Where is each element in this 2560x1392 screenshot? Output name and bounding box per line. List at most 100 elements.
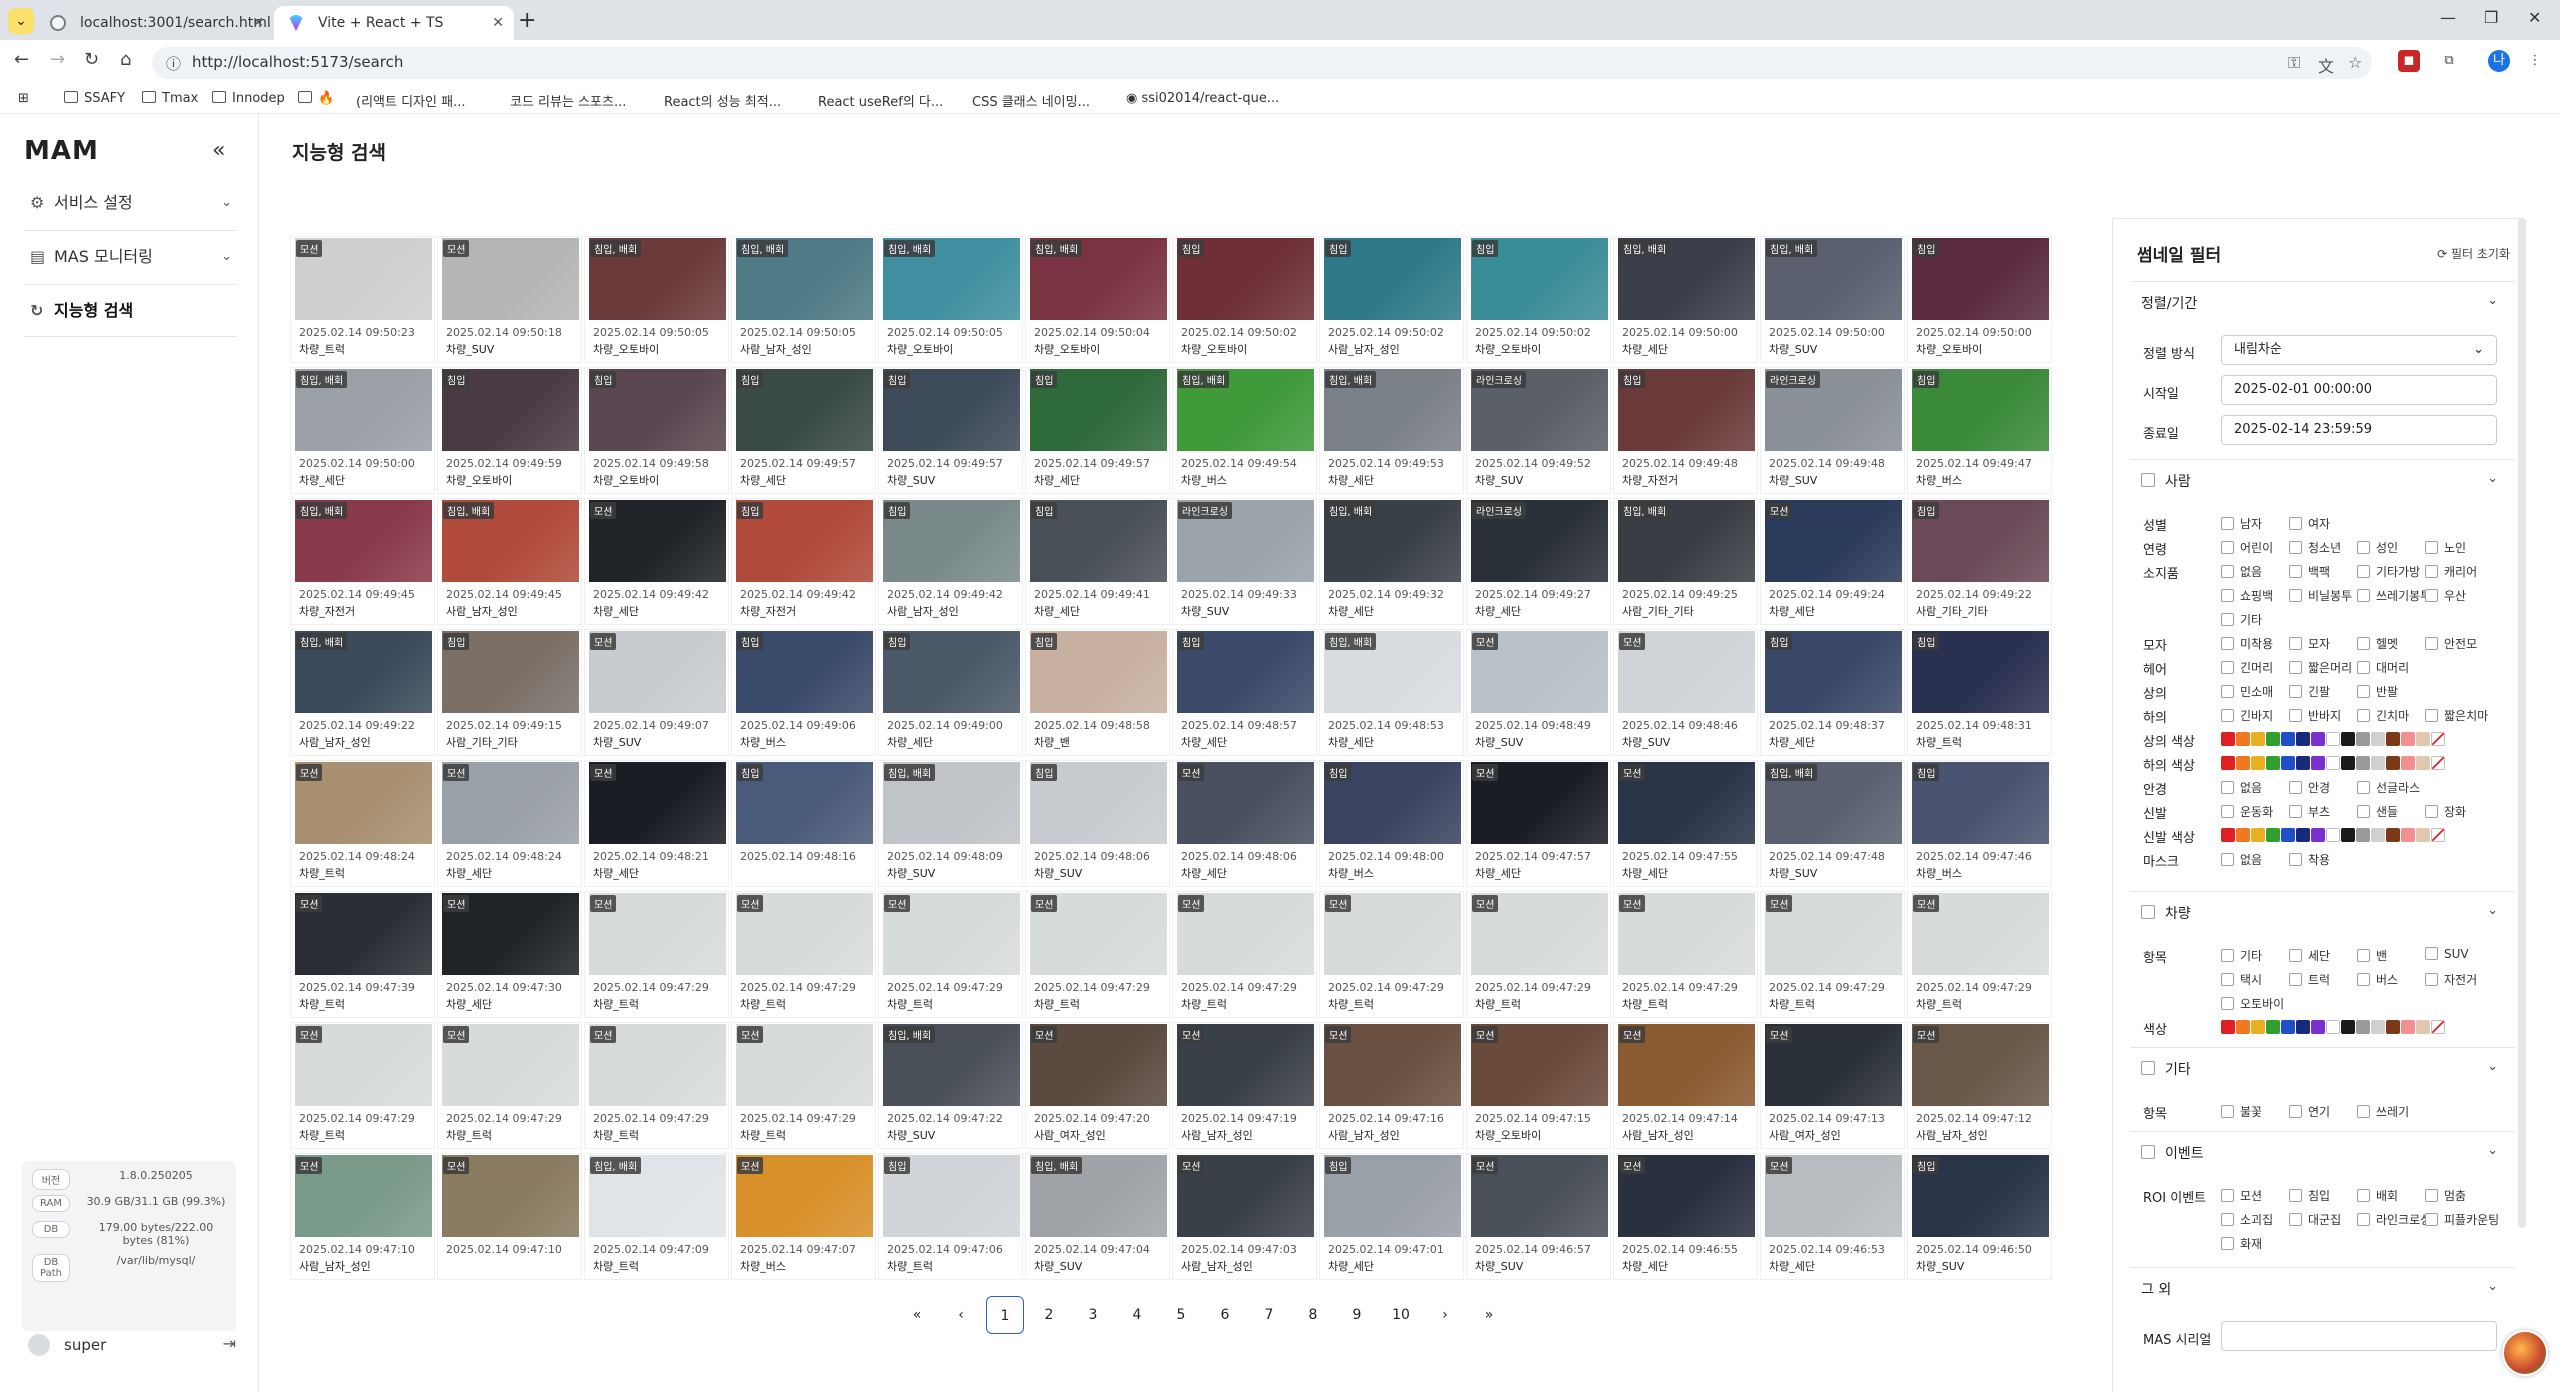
checkbox[interactable] (2425, 589, 2438, 602)
checkbox[interactable] (2221, 997, 2234, 1010)
color-swatch[interactable] (2281, 828, 2295, 842)
thumbnail-image[interactable]: 침입, 배회 (736, 238, 873, 320)
browser-tab-2[interactable]: Vite + React + TS ✕ (274, 6, 514, 40)
result-card[interactable]: 침입 2025.02.14 09:50:00 차량_오토바이 (1907, 236, 2052, 363)
result-card[interactable]: 모션 2025.02.14 09:47:57 차량_세단 (1466, 760, 1611, 887)
thumbnail-image[interactable]: 모션 (1030, 1024, 1167, 1106)
maximize-icon[interactable]: ❐ (2484, 8, 2498, 27)
section-checkbox[interactable] (2141, 1145, 2155, 1159)
result-card[interactable]: 모션 2025.02.14 09:47:07 차량_버스 (731, 1153, 876, 1280)
filter-option[interactable]: 긴팔 (2289, 683, 2330, 700)
checkbox[interactable] (2221, 949, 2234, 962)
result-card[interactable]: 침입, 배회 2025.02.14 09:48:09 차량_SUV (878, 760, 1023, 887)
color-swatch[interactable] (2431, 828, 2445, 842)
filter-option[interactable]: 오토바이 (2221, 995, 2284, 1012)
result-card[interactable]: 침입, 배회 2025.02.14 09:47:22 차량_SUV (878, 1022, 1023, 1149)
floating-assistant-button[interactable] (2502, 1330, 2548, 1376)
result-card[interactable]: 침입 2025.02.14 09:48:31 차량_트럭 (1907, 629, 2052, 756)
result-card[interactable]: 침입, 배회 2025.02.14 09:48:53 차량_세단 (1319, 629, 1464, 756)
section-checkbox[interactable] (2141, 905, 2155, 919)
checkbox[interactable] (2221, 1189, 2234, 1202)
thumbnail-image[interactable]: 침입 (1177, 238, 1314, 320)
thumbnail-image[interactable]: 침입 (883, 500, 1020, 582)
thumbnail-image[interactable]: 모션 (589, 893, 726, 975)
more-menu-icon[interactable]: ⋮ (2524, 50, 2546, 72)
thumbnail-image[interactable]: 모션 (1618, 893, 1755, 975)
color-swatch[interactable] (2221, 1020, 2235, 1034)
thumbnail-image[interactable]: 침입 (1912, 500, 2049, 582)
thumbnail-image[interactable]: 침입, 배회 (1765, 238, 1902, 320)
result-card[interactable]: 침입 2025.02.14 09:47:01 차량_세단 (1319, 1153, 1464, 1280)
window-close-icon[interactable]: ✕ (2528, 8, 2541, 27)
reload-icon[interactable]: ↻ (84, 49, 99, 70)
checkbox[interactable] (2425, 973, 2438, 986)
filter-option[interactable]: 샌들 (2357, 803, 2398, 820)
result-card[interactable]: 모션 2025.02.14 09:47:16 사람_남자_성인 (1319, 1022, 1464, 1149)
checkbox[interactable] (2289, 709, 2302, 722)
address-bar[interactable]: ⓘ http://localhost:5173/search ⚿ 文 ☆ (152, 47, 2372, 79)
color-swatch[interactable] (2326, 732, 2340, 746)
filter-option[interactable]: 기타가방 (2357, 563, 2420, 580)
filter-option[interactable]: 미착용 (2221, 635, 2273, 652)
checkbox[interactable] (2289, 637, 2302, 650)
filter-option[interactable]: 반팔 (2357, 683, 2398, 700)
color-swatch[interactable] (2371, 756, 2385, 770)
checkbox[interactable] (2357, 709, 2370, 722)
filter-option[interactable]: SUV (2425, 947, 2469, 961)
result-card[interactable]: 침입 2025.02.14 09:50:02 사람_남자_성인 (1319, 236, 1464, 363)
color-swatch[interactable] (2416, 828, 2430, 842)
result-card[interactable]: 침입, 배회 2025.02.14 09:50:00 차량_세단 (1613, 236, 1758, 363)
result-card[interactable]: 모션 2025.02.14 09:47:29 차량_트럭 (584, 1022, 729, 1149)
checkbox[interactable] (2289, 853, 2302, 866)
result-card[interactable]: 모션 2025.02.14 09:49:24 차량_세단 (1760, 498, 1905, 625)
checkbox[interactable] (2289, 517, 2302, 530)
filter-option[interactable]: 민소매 (2221, 683, 2273, 700)
bookmark-link[interactable]: ◉ ssi02014/react-que... (1126, 91, 1279, 106)
thumbnail-image[interactable]: 모션 (442, 1155, 579, 1237)
result-card[interactable]: 침입, 배회 2025.02.14 09:49:32 차량_세단 (1319, 498, 1464, 625)
color-swatch[interactable] (2311, 828, 2325, 842)
filter-option[interactable]: 불꽃 (2221, 1103, 2262, 1120)
thumbnail-image[interactable]: 모션 (1618, 762, 1755, 844)
checkbox[interactable] (2289, 589, 2302, 602)
checkbox[interactable] (2289, 1213, 2302, 1226)
result-card[interactable]: 침입, 배회 2025.02.14 09:49:45 차량_자전거 (290, 498, 435, 625)
forward-icon[interactable]: → (50, 49, 65, 70)
result-card[interactable]: 침입, 배회 2025.02.14 09:49:53 차량_세단 (1319, 367, 1464, 494)
thumbnail-image[interactable]: 모션 (1324, 893, 1461, 975)
filter-option[interactable]: 짧은머리 (2289, 659, 2352, 676)
color-swatch[interactable] (2386, 1020, 2400, 1034)
result-card[interactable]: 모션 2025.02.14 09:47:10 (437, 1153, 582, 1280)
thumbnail-image[interactable]: 모션 (1765, 1024, 1902, 1106)
section-checkbox[interactable] (2141, 473, 2155, 487)
filter-option[interactable]: 없음 (2221, 851, 2262, 868)
result-card[interactable]: 모션 2025.02.14 09:47:29 차량_트럭 (731, 891, 876, 1018)
filter-option[interactable]: 선글라스 (2357, 779, 2420, 796)
next-page-button[interactable]: › (1426, 1296, 1464, 1334)
thumbnail-image[interactable]: 모션 (1471, 893, 1608, 975)
thumbnail-image[interactable]: 모션 (1471, 762, 1608, 844)
vehicle-section-header[interactable]: 차량 (2165, 903, 2191, 923)
filter-option[interactable]: 헬멧 (2357, 635, 2398, 652)
filter-option[interactable]: 쓰레기 (2357, 1103, 2409, 1120)
result-card[interactable]: 모션 2025.02.14 09:47:03 사람_남자_성인 (1172, 1153, 1317, 1280)
thumbnail-image[interactable]: 침입, 배회 (883, 238, 1020, 320)
filter-option[interactable]: 안경 (2289, 779, 2330, 796)
thumbnail-image[interactable]: 모션 (295, 1155, 432, 1237)
filter-option[interactable]: 화재 (2221, 1235, 2262, 1252)
logout-icon[interactable]: ⇥ (223, 1334, 236, 1353)
result-card[interactable]: 침입, 배회 2025.02.14 09:50:05 사람_남자_성인 (731, 236, 876, 363)
page-button[interactable]: 8 (1294, 1296, 1332, 1334)
color-swatch[interactable] (2251, 1020, 2265, 1034)
thumbnail-image[interactable]: 침입, 배회 (589, 1155, 726, 1237)
thumbnail-image[interactable]: 침입 (1030, 369, 1167, 451)
chevron-down-icon[interactable]: ⌄ (2487, 1059, 2498, 1074)
result-card[interactable]: 침입, 배회 2025.02.14 09:50:00 차량_SUV (1760, 236, 1905, 363)
page-button[interactable]: 2 (1030, 1296, 1068, 1334)
result-card[interactable]: 모션 2025.02.14 09:48:46 차량_SUV (1613, 629, 1758, 756)
thumbnail-image[interactable]: 모션 (295, 762, 432, 844)
result-card[interactable]: 침입 2025.02.14 09:49:22 사람_기타_기타 (1907, 498, 2052, 625)
result-card[interactable]: 모션 2025.02.14 09:50:23 차량_트럭 (290, 236, 435, 363)
filter-option[interactable]: 청소년 (2289, 539, 2341, 556)
result-card[interactable]: 침입 2025.02.14 09:49:42 차량_자전거 (731, 498, 876, 625)
